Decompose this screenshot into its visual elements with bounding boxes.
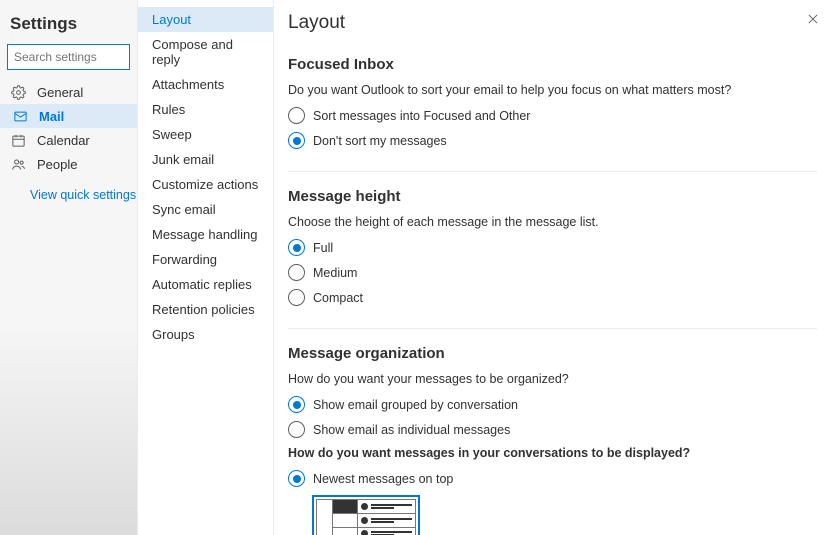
gear-icon [10,84,26,100]
radio-sort-focused[interactable]: Sort messages into Focused and Other [288,107,817,124]
nav-label: Mail [39,109,64,124]
radio-label: Show email as individual messages [313,423,510,437]
radio-label: Show email grouped by conversation [313,398,518,412]
section-head: Focused Inbox [288,56,817,73]
radio-label: Newest messages on top [313,472,453,486]
nav-label: People [37,157,77,172]
section-prompt: How do you want messages in your convers… [288,446,817,460]
subnav-groups[interactable]: Groups [138,322,273,347]
subnav-customize[interactable]: Customize actions [138,172,273,197]
radio-newest-top[interactable]: Newest messages on top [288,470,817,487]
mail-icon [12,108,28,124]
nav-item-mail[interactable]: Mail [0,104,137,128]
section-head: Message organization [288,345,817,362]
calendar-icon [10,132,26,148]
section-prompt: Do you want Outlook to sort your email t… [288,83,817,97]
subnav-attachments[interactable]: Attachments [138,72,273,97]
radio-label: Sort messages into Focused and Other [313,109,530,123]
page-title: Layout [288,12,817,34]
people-icon [10,156,26,172]
subnav-auto-replies[interactable]: Automatic replies [138,272,273,297]
settings-title: Settings [0,10,137,44]
nav-item-calendar[interactable]: Calendar [0,128,137,152]
radio-label: Full [313,241,333,255]
section-message-organization: Message organization How do you want you… [288,345,817,535]
subnav-layout[interactable]: Layout [138,7,273,32]
radio-label: Don't sort my messages [313,134,447,148]
radio-label: Medium [313,266,357,280]
nav-item-people[interactable]: People [0,152,137,176]
nav-item-general[interactable]: General [0,80,137,104]
nav-label: Calendar [37,133,90,148]
subnav-compose[interactable]: Compose and reply [138,32,273,72]
subnav-rules[interactable]: Rules [138,97,273,122]
radio-dont-sort[interactable]: Don't sort my messages [288,132,817,149]
subnav-message-handling[interactable]: Message handling [138,222,273,247]
subnav-sync[interactable]: Sync email [138,197,273,222]
subnav-sweep[interactable]: Sweep [138,122,273,147]
radio-label: Compact [313,291,363,305]
order-preview-newest-top [312,495,420,535]
radio-group-conversation[interactable]: Show email grouped by conversation [288,396,817,413]
subnav-forwarding[interactable]: Forwarding [138,247,273,272]
nav-label: General [37,85,83,100]
section-prompt: How do you want your messages to be orga… [288,372,817,386]
subnav-retention[interactable]: Retention policies [138,297,273,322]
view-quick-settings-link[interactable]: View quick settings [0,176,137,202]
close-button[interactable] [803,10,823,30]
radio-height-full[interactable]: Full [288,239,817,256]
radio-height-medium[interactable]: Medium [288,264,817,281]
subnav-junk[interactable]: Junk email [138,147,273,172]
search-input[interactable] [7,44,130,70]
section-message-height: Message height Choose the height of each… [288,188,817,329]
radio-group-individual[interactable]: Show email as individual messages [288,421,817,438]
section-head: Message height [288,188,817,205]
close-icon [806,12,820,29]
section-prompt: Choose the height of each message in the… [288,215,817,229]
section-focused-inbox: Focused Inbox Do you want Outlook to sor… [288,56,817,172]
radio-height-compact[interactable]: Compact [288,289,817,306]
